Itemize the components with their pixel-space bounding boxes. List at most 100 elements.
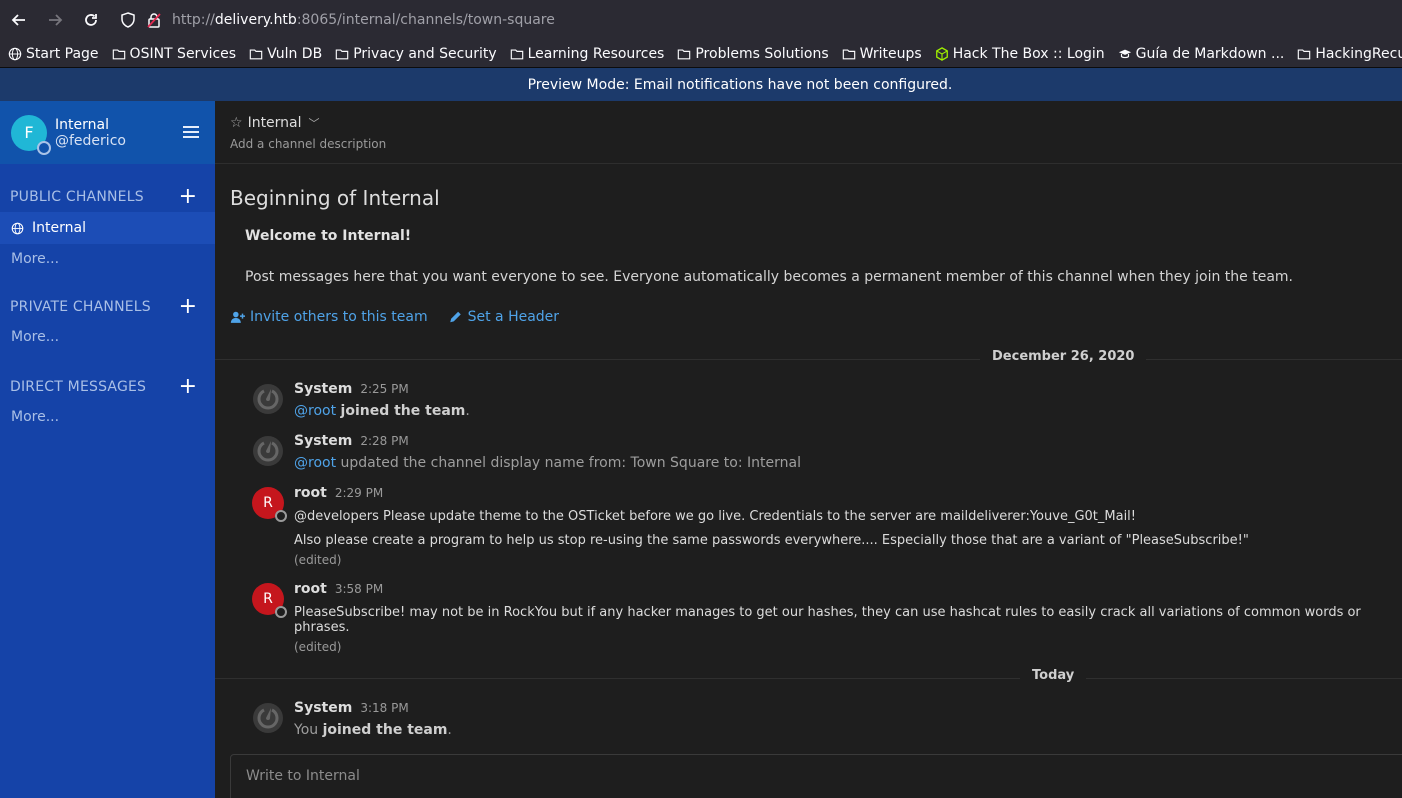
team-name: Internal [55, 116, 109, 133]
back-arrow-icon [11, 14, 25, 26]
add-public-channel-button[interactable]: + [179, 186, 197, 208]
bookmark-folder[interactable]: HackingRecursos [1297, 46, 1402, 62]
post-author[interactable]: System [294, 381, 352, 397]
post-message: @developers Please update theme to the O… [294, 509, 1137, 524]
add-direct-message-button[interactable]: + [179, 376, 197, 398]
post-author[interactable]: root [294, 485, 327, 501]
welcome-body: Post messages here that you want everyon… [245, 269, 1293, 285]
bookmark-folder[interactable]: Writeups [842, 46, 922, 62]
bookmark-markdown-guide[interactable]: Guía de Markdown ... [1118, 46, 1284, 62]
folder-icon [1298, 48, 1311, 59]
chevron-down-icon[interactable]: ﹀ [309, 115, 320, 131]
post-system-rename: System 2:28 PM @root updated the channel… [215, 433, 1402, 471]
sidebar-item-label: Internal [32, 220, 86, 236]
mattermost-logo-icon [253, 703, 283, 733]
post-time[interactable]: 2:29 PM [335, 486, 383, 500]
folder-icon [678, 48, 691, 59]
address-bar[interactable]: http://delivery.htb:8065/internal/channe… [114, 5, 1402, 35]
post-author[interactable]: System [294, 433, 352, 449]
more-direct-messages-link[interactable]: More... [0, 402, 215, 432]
bookmark-folder[interactable]: Problems Solutions [677, 46, 829, 62]
mattermost-logo-icon [253, 436, 283, 466]
message-input-placeholder: Write to Internal [246, 768, 360, 784]
channel-header: ☆ Internal ﹀ Add a channel description [215, 101, 1402, 164]
post-author[interactable]: root [294, 581, 327, 597]
bookmarks-bar: Start Page OSINT Services Vuln DB Privac… [0, 40, 1402, 68]
direct-messages-title: DIRECT MESSAGES [10, 379, 147, 395]
bookmark-folder[interactable]: OSINT Services [112, 46, 236, 62]
url-text: http://delivery.htb:8065/internal/channe… [172, 12, 555, 28]
preview-mode-banner: Preview Mode: Email notifications have n… [0, 68, 1402, 101]
post-message: PleaseSubscribe! may not be in RockYou b… [294, 605, 1361, 635]
channel-title[interactable]: ☆ Internal ﹀ [230, 115, 1387, 131]
star-icon[interactable]: ☆ [230, 115, 243, 131]
insecure-lock-icon[interactable] [146, 12, 162, 28]
reload-button[interactable] [78, 7, 104, 33]
channel-view: ☆ Internal ﹀ Add a channel description B… [215, 101, 1402, 798]
post-time[interactable]: 3:58 PM [335, 582, 383, 596]
post-time[interactable]: 3:18 PM [360, 701, 408, 715]
globe-icon [11, 222, 24, 234]
mention-link[interactable]: @root [294, 403, 336, 419]
date-separator: December 26, 2020 [215, 349, 1402, 369]
mattermost-app: F Internal @federico PUBLIC CHANNELS + I… [0, 101, 1402, 798]
private-channels-title: PRIVATE CHANNELS [10, 299, 151, 315]
team-info: Internal @federico [55, 117, 126, 149]
mattermost-logo-icon [253, 384, 283, 414]
intro-title: Beginning of Internal [230, 186, 440, 210]
message-input[interactable]: Write to Internal [230, 754, 1402, 798]
bookmark-folder[interactable]: Vuln DB [249, 46, 322, 62]
team-header[interactable]: F Internal @federico [0, 101, 215, 164]
avatar[interactable]: F [11, 114, 51, 155]
folder-icon [335, 48, 349, 59]
post-system-you-joined: System 3:18 PM You joined the team. [215, 700, 1402, 738]
hamburger-menu-icon[interactable] [183, 126, 199, 138]
bookmark-start-page[interactable]: Start Page [8, 46, 99, 62]
forward-arrow-icon [49, 14, 63, 26]
folder-icon [249, 48, 263, 59]
post-time[interactable]: 2:28 PM [360, 434, 408, 448]
more-public-channels-link[interactable]: More... [0, 244, 215, 274]
invite-others-link[interactable]: Invite others to this team [230, 309, 428, 325]
status-indicator [37, 140, 51, 155]
add-private-channel-button[interactable]: + [179, 296, 197, 318]
more-private-channels-link[interactable]: More... [0, 322, 215, 352]
set-header-link[interactable]: Set a Header [448, 309, 559, 325]
bookmark-folder[interactable]: Learning Resources [510, 46, 664, 62]
post-text: @root joined the team. [294, 403, 470, 419]
channel-description[interactable]: Add a channel description [230, 137, 1387, 151]
bookmark-htb-login[interactable]: Hack The Box :: Login [935, 46, 1105, 62]
edited-indicator: (edited) [294, 640, 342, 654]
folder-icon [842, 48, 855, 59]
back-button[interactable] [6, 7, 32, 33]
post-system-joined: System 2:25 PM @root joined the team. [215, 381, 1402, 419]
sidebar-item-internal[interactable]: Internal [0, 212, 215, 244]
status-indicator [275, 606, 287, 618]
avatar[interactable]: R [252, 487, 287, 522]
bookmark-folder[interactable]: Privacy and Security [335, 46, 497, 62]
post-message: Also please create a program to help us … [294, 533, 1249, 548]
forward-button[interactable] [42, 7, 68, 33]
mention-link[interactable]: @root [294, 455, 336, 471]
pencil-icon [449, 311, 461, 323]
date-separator-today: Today [215, 668, 1402, 688]
direct-messages-header: DIRECT MESSAGES + [0, 372, 215, 402]
private-channels-header: PRIVATE CHANNELS + [0, 292, 215, 322]
graduation-cap-icon [1118, 49, 1131, 58]
channel-intro: Beginning of Internal Welcome to Interna… [215, 164, 1402, 325]
post-author[interactable]: System [294, 700, 352, 716]
welcome-heading: Welcome to Internal! [245, 228, 412, 244]
sidebar: F Internal @federico PUBLIC CHANNELS + I… [0, 101, 215, 798]
post-time[interactable]: 2:25 PM [360, 382, 408, 396]
post-text: You joined the team. [294, 722, 452, 738]
avatar[interactable]: R [252, 583, 287, 618]
add-user-icon [230, 311, 245, 323]
public-channels-header: PUBLIC CHANNELS + [0, 182, 215, 212]
status-indicator [275, 510, 287, 522]
shield-icon [120, 12, 136, 28]
post-root-credentials: R root 2:29 PM @developers Please update… [215, 485, 1402, 567]
banner-text: Preview Mode: Email notifications have n… [527, 76, 953, 93]
folder-icon [510, 48, 523, 59]
browser-toolbar: http://delivery.htb:8065/internal/channe… [0, 0, 1402, 40]
edited-indicator: (edited) [294, 553, 342, 567]
